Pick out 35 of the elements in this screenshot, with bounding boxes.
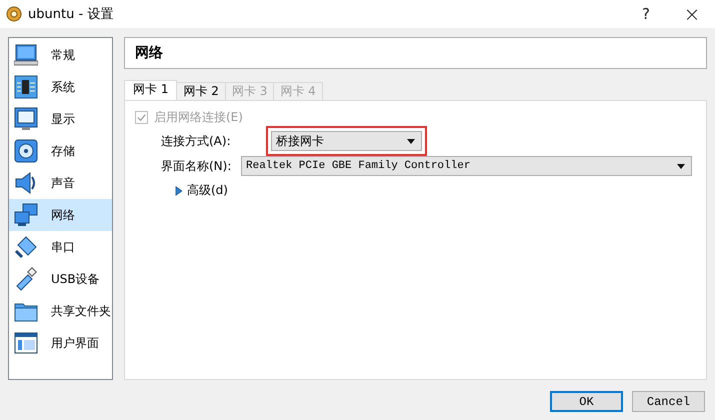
- connector-icon: [14, 235, 38, 259]
- network-icon: [14, 203, 38, 227]
- sidebar-item[interactable]: 串口: [9, 231, 112, 263]
- window-icon: [14, 331, 38, 355]
- usb-stick-icon: [14, 267, 38, 291]
- chip-icon: [14, 75, 38, 99]
- window-title: ubuntu - 设置: [28, 6, 114, 23]
- field-label: 界面名称(N):: [161, 158, 232, 174]
- field-label: 连接方式(A):: [161, 132, 232, 150]
- sidebar-item[interactable]: 声音: [9, 167, 112, 199]
- display-icon: [14, 107, 38, 131]
- caret-icon: [677, 164, 685, 168]
- caret-icon: [407, 138, 415, 144]
- dropdown[interactable]: Realtek PCIe GBE Family Controller: [241, 156, 692, 176]
- triangle-icon: [175, 186, 182, 196]
- sidebar-item[interactable]: 用户界面: [9, 327, 112, 359]
- sidebar-item[interactable]: 存储: [9, 135, 112, 167]
- gear-icon: [6, 6, 22, 22]
- page-title: 网络: [135, 44, 163, 62]
- checkbox-label: 启用网络连接(E): [154, 108, 243, 126]
- monitor-icon: [14, 43, 38, 67]
- ok-button[interactable]: OK: [550, 391, 623, 412]
- expander[interactable]: 高级(d): [175, 182, 228, 199]
- cancel-button[interactable]: Cancel: [632, 391, 705, 412]
- dropdown[interactable]: 桥接网卡: [271, 131, 422, 151]
- sidebar-item[interactable]: 共享文件夹: [9, 295, 112, 327]
- sidebar-item[interactable]: 系统: [9, 71, 112, 103]
- speaker-icon: [14, 171, 38, 195]
- tab[interactable]: 网卡 1: [124, 80, 178, 100]
- help-button[interactable]: ?: [623, 0, 669, 28]
- sidebar-item[interactable]: USB设备: [9, 263, 112, 295]
- sidebar-item[interactable]: 显示: [9, 103, 112, 135]
- sidebar-item[interactable]: 网络: [9, 199, 112, 231]
- sidebar-item[interactable]: 常规: [9, 39, 112, 71]
- close-button[interactable]: ×: [669, 0, 715, 28]
